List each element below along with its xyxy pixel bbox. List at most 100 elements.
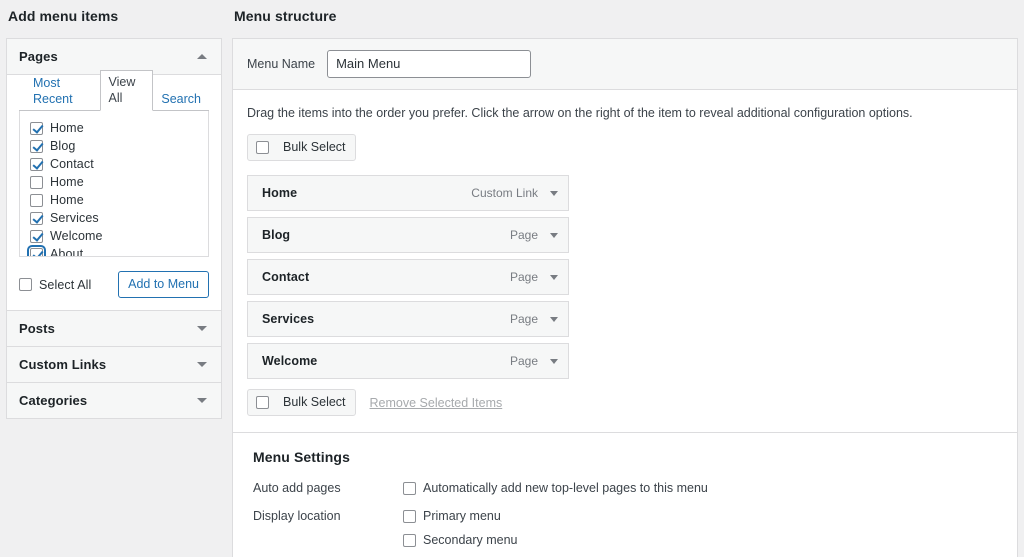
menu-item-type: Page — [509, 354, 538, 368]
secondary-menu-label: Secondary menu — [423, 533, 518, 547]
auto-add-pages-row: Auto add pages Automatically add new top… — [247, 479, 1003, 497]
menu-editor-screen: Add menu items Pages Most Recent View Al… — [0, 0, 1024, 557]
menu-item-row[interactable]: Services Page — [247, 301, 569, 337]
page-checkbox-home-3[interactable] — [30, 193, 43, 207]
menu-items-list: Home Custom Link Blog Page Contact Page … — [247, 175, 569, 379]
list-item[interactable]: Home — [30, 191, 200, 209]
page-checkbox-blog[interactable] — [30, 139, 43, 153]
chevron-down-icon[interactable] — [550, 316, 558, 322]
menu-settings-title: Menu Settings — [253, 449, 350, 465]
chevron-down-icon[interactable] — [197, 398, 207, 403]
pages-checkbox-list: Home Blog Contact Home Home Services Wel… — [19, 111, 209, 257]
list-item[interactable]: Welcome — [30, 227, 200, 245]
select-all-control[interactable]: Select All — [19, 278, 91, 292]
page-checkbox-services[interactable] — [30, 211, 43, 225]
pages-tabs: Most Recent View All Search — [19, 70, 209, 111]
menu-item-type: Page — [509, 312, 538, 326]
menu-item-meta: Page — [510, 312, 558, 326]
primary-menu-label: Primary menu — [423, 509, 501, 523]
accordion-header-posts[interactable]: Posts — [7, 311, 221, 346]
menu-item-meta: Custom Link — [471, 186, 558, 200]
display-location-options: Primary menu Secondary menu — [403, 507, 1003, 549]
auto-add-pages-option-label: Automatically add new top-level pages to… — [423, 481, 708, 495]
auto-add-pages-options: Automatically add new top-level pages to… — [403, 479, 1003, 497]
chevron-down-icon[interactable] — [550, 190, 558, 196]
menu-item-title: Home — [262, 186, 298, 200]
page-checkbox-about[interactable] — [27, 244, 46, 256]
add-menu-items-title: Add menu items — [8, 8, 119, 24]
menu-item-row[interactable]: Home Custom Link — [247, 175, 569, 211]
page-checkbox-home-2[interactable] — [30, 175, 43, 189]
menu-item-type: Page — [509, 270, 538, 284]
menu-item-meta: Page — [510, 228, 558, 242]
page-label: Services — [50, 211, 99, 225]
secondary-menu-checkbox[interactable] — [403, 533, 416, 547]
menu-name-input[interactable] — [327, 50, 532, 78]
drag-hint-text: Drag the items into the order you prefer… — [247, 106, 913, 120]
display-location-option-secondary[interactable]: Secondary menu — [403, 531, 1003, 549]
page-checkbox-contact[interactable] — [30, 157, 43, 171]
menu-item-meta: Page — [510, 354, 558, 368]
list-item[interactable]: Home — [30, 119, 200, 137]
menu-structure-column: Menu structure Menu Name Drag the items … — [232, 0, 1018, 557]
tab-search[interactable]: Search — [153, 87, 209, 111]
page-label: Home — [50, 121, 84, 135]
accordion-section-posts: Posts — [7, 311, 221, 347]
page-label: About — [50, 247, 84, 257]
chevron-down-icon[interactable] — [197, 362, 207, 367]
bulk-select-bottom-checkbox[interactable] — [256, 396, 269, 409]
list-item[interactable]: About — [27, 244, 200, 257]
accordion-section-custom-links: Custom Links — [7, 347, 221, 383]
display-location-row: Display location Primary menu Secondary … — [247, 507, 1003, 549]
bulk-select-bottom-button[interactable]: Bulk Select — [247, 389, 356, 416]
accordion-title-pages: Pages — [19, 49, 58, 64]
select-all-label: Select All — [39, 277, 92, 292]
chevron-down-icon[interactable] — [197, 326, 207, 331]
page-label: Blog — [50, 139, 76, 153]
remove-selected-items-link[interactable]: Remove Selected Items — [370, 396, 503, 410]
accordion-section-categories: Categories — [7, 383, 221, 418]
menu-item-type: Custom Link — [471, 186, 538, 200]
tab-most-recent[interactable]: Most Recent — [25, 71, 100, 111]
bulk-select-bottom-label: Bulk Select — [283, 395, 346, 409]
display-location-label: Display location — [253, 509, 341, 523]
menu-name-label: Menu Name — [247, 57, 316, 71]
bulk-select-top-button[interactable]: Bulk Select — [247, 134, 356, 161]
accordion-header-categories[interactable]: Categories — [7, 383, 221, 418]
chevron-down-icon[interactable] — [550, 232, 558, 238]
page-checkbox-home-1[interactable] — [30, 121, 43, 135]
chevron-down-icon[interactable] — [550, 274, 558, 280]
accordion-title-categories: Categories — [19, 393, 88, 408]
add-to-menu-button[interactable]: Add to Menu — [118, 271, 209, 298]
bulk-select-top-checkbox[interactable] — [256, 141, 269, 154]
primary-menu-checkbox[interactable] — [403, 509, 416, 523]
page-checkbox-welcome[interactable] — [30, 229, 43, 243]
bulk-actions-row: Bulk Select Remove Selected Items — [247, 389, 1003, 432]
menu-item-row[interactable]: Contact Page — [247, 259, 569, 295]
menu-settings-section: Menu Settings Auto add pages Automatical… — [247, 433, 1003, 557]
menu-item-type: Page — [509, 228, 538, 242]
list-item[interactable]: Services — [30, 209, 200, 227]
list-item[interactable]: Contact — [30, 155, 200, 173]
menu-structure-title: Menu structure — [234, 8, 337, 24]
menu-item-row[interactable]: Blog Page — [247, 217, 569, 253]
page-label: Welcome — [50, 229, 103, 243]
select-all-checkbox[interactable] — [19, 278, 32, 291]
item-type-accordion: Pages Most Recent View All Search Home B… — [6, 38, 222, 419]
menu-item-title: Services — [262, 312, 315, 326]
chevron-down-icon[interactable] — [550, 358, 558, 364]
menu-structure-body: Drag the items into the order you prefer… — [233, 90, 1017, 557]
list-item[interactable]: Blog — [30, 137, 200, 155]
auto-add-pages-label: Auto add pages — [253, 481, 341, 495]
auto-add-pages-checkbox[interactable] — [403, 481, 416, 495]
auto-add-pages-option[interactable]: Automatically add new top-level pages to… — [403, 479, 1003, 497]
accordion-header-custom-links[interactable]: Custom Links — [7, 347, 221, 382]
display-location-option-primary[interactable]: Primary menu — [403, 507, 1003, 525]
menu-item-title: Blog — [262, 228, 291, 242]
pages-panel-body: Most Recent View All Search Home Blog Co… — [7, 70, 221, 310]
accordion-section-pages: Pages Most Recent View All Search Home B… — [7, 39, 221, 311]
menu-item-row[interactable]: Welcome Page — [247, 343, 569, 379]
tab-view-all[interactable]: View All — [100, 70, 154, 111]
list-item[interactable]: Home — [30, 173, 200, 191]
chevron-up-icon[interactable] — [197, 54, 207, 59]
